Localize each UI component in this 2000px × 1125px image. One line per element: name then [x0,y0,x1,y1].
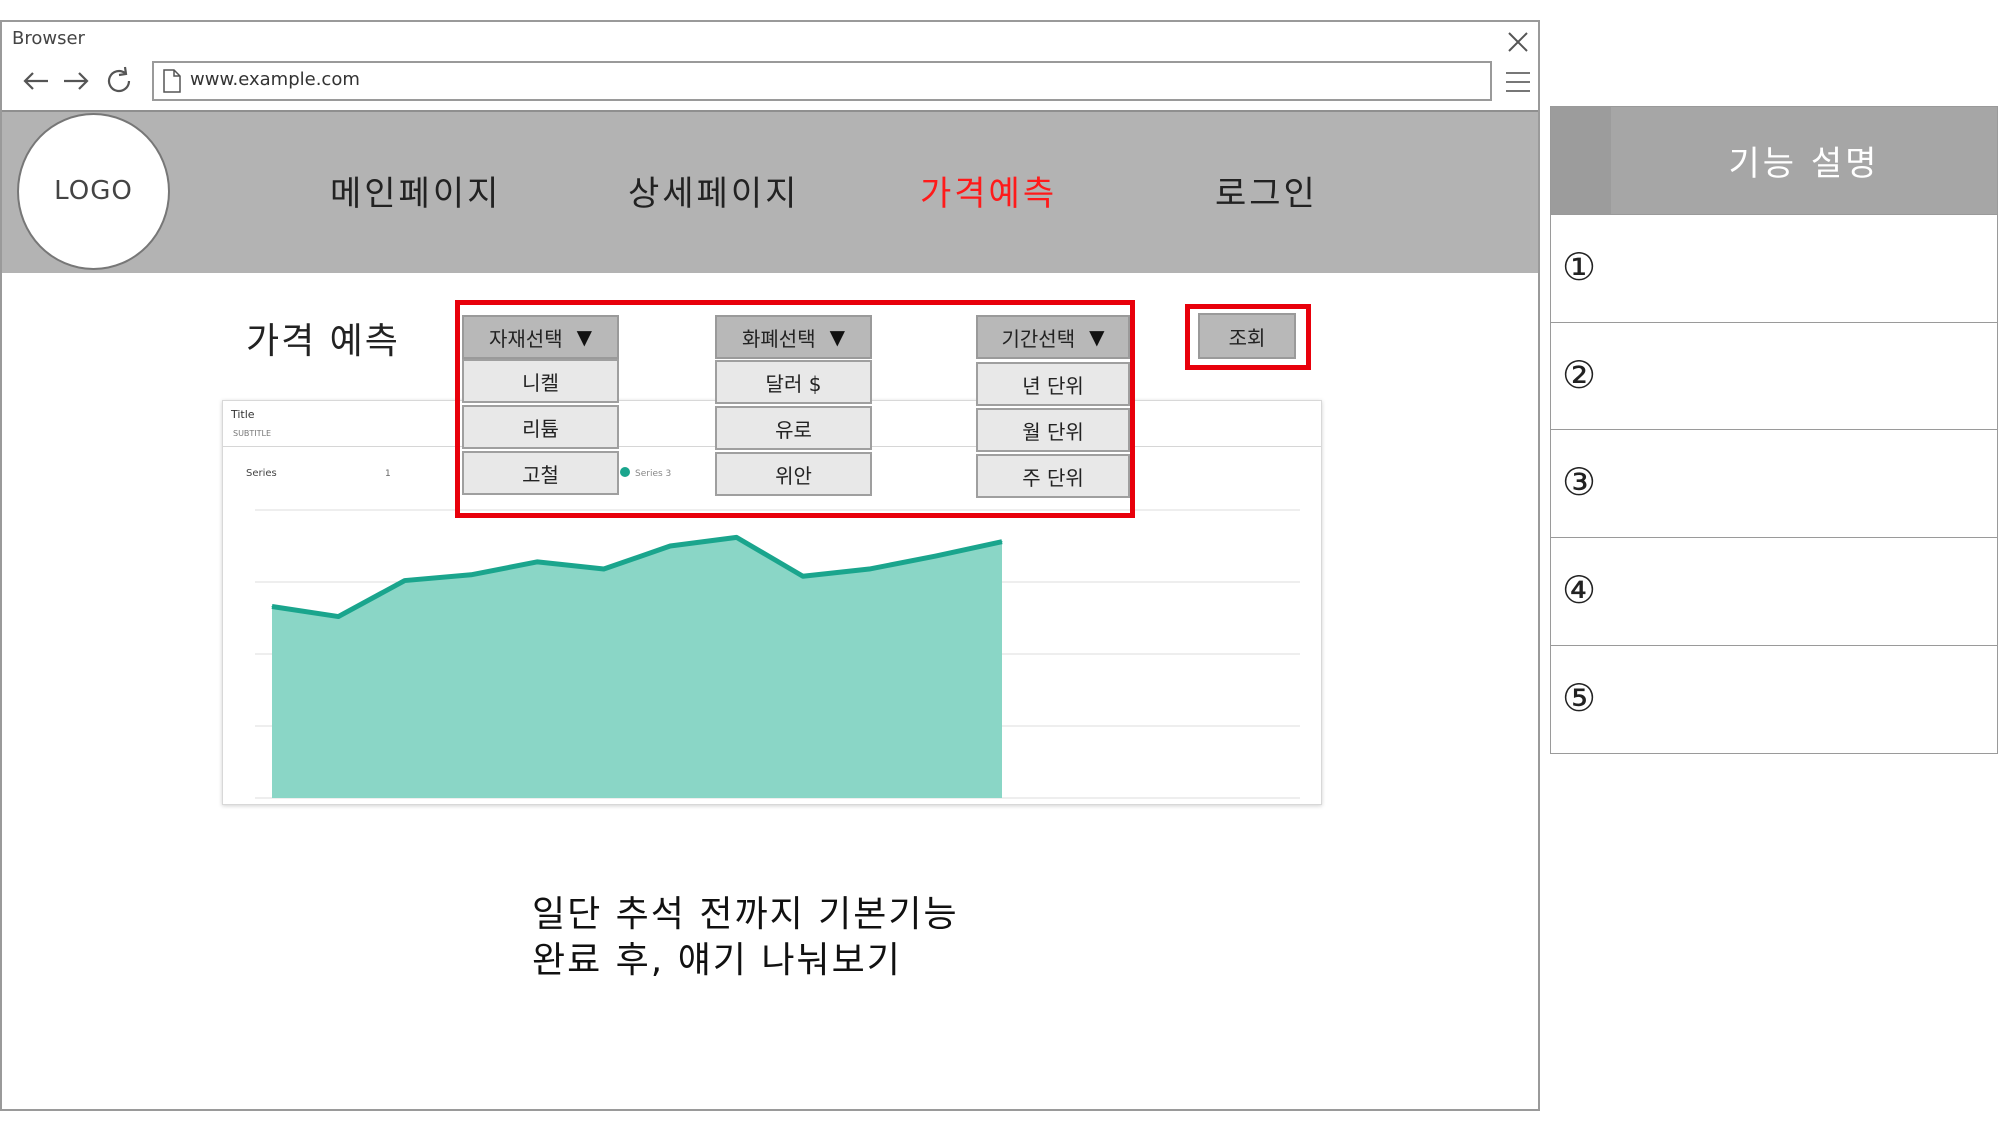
description-number-3: ③ [1562,460,1597,504]
forward-arrow-icon[interactable] [60,65,92,97]
data-point [603,568,605,570]
description-number-4: ④ [1562,568,1597,612]
highlight-box-search [1185,304,1311,370]
note-line-2: 완료 후, 얘기 나눠보기 [532,940,902,981]
data-point [935,555,937,557]
browser-title: Browser [12,28,85,49]
description-row-4 [1551,537,1997,644]
data-point [868,568,870,570]
reload-icon[interactable] [103,65,135,97]
data-point [736,536,738,538]
data-point [337,616,339,618]
data-point [404,580,406,582]
description-title: 기능 설명 [1728,144,1880,184]
close-icon[interactable] [1506,30,1530,54]
description-number-5: ⑤ [1562,676,1597,720]
menu-icon[interactable] [1504,70,1532,94]
data-point [271,605,273,607]
data-point [802,575,804,577]
description-row-1 [1551,214,1997,321]
highlight-box-selects [455,300,1135,518]
data-point [669,545,671,547]
description-row-5 [1551,645,1997,752]
description-header-corner [1551,107,1611,214]
description-number-1: ① [1562,245,1597,289]
legend-label: Series [246,468,277,479]
area-fill [272,537,1002,798]
page-icon [163,69,181,93]
nav-login[interactable]: 로그인 [1215,166,1318,215]
data-point [470,574,472,576]
description-row-2 [1551,322,1997,429]
url-text[interactable]: www.example.com [190,69,360,90]
note-line-1: 일단 추석 전까지 기본기능 [532,894,959,935]
logo-text: LOGO [54,176,133,206]
page-title: 가격 예측 [246,321,400,362]
nav-detail-page[interactable]: 상세페이지 [628,166,799,215]
back-arrow-icon[interactable] [20,65,52,97]
legend-value: 1 [385,469,391,479]
description-row-3 [1551,429,1997,536]
nav-price-prediction[interactable]: 가격예측 [920,166,1057,215]
data-point [1001,541,1003,543]
note-text: 일단 추석 전까지 기본기능 완료 후, 얘기 나눠보기 [532,892,959,984]
data-point [536,561,538,563]
nav-main-page[interactable]: 메인페이지 [330,166,501,215]
description-number-2: ② [1562,353,1597,397]
